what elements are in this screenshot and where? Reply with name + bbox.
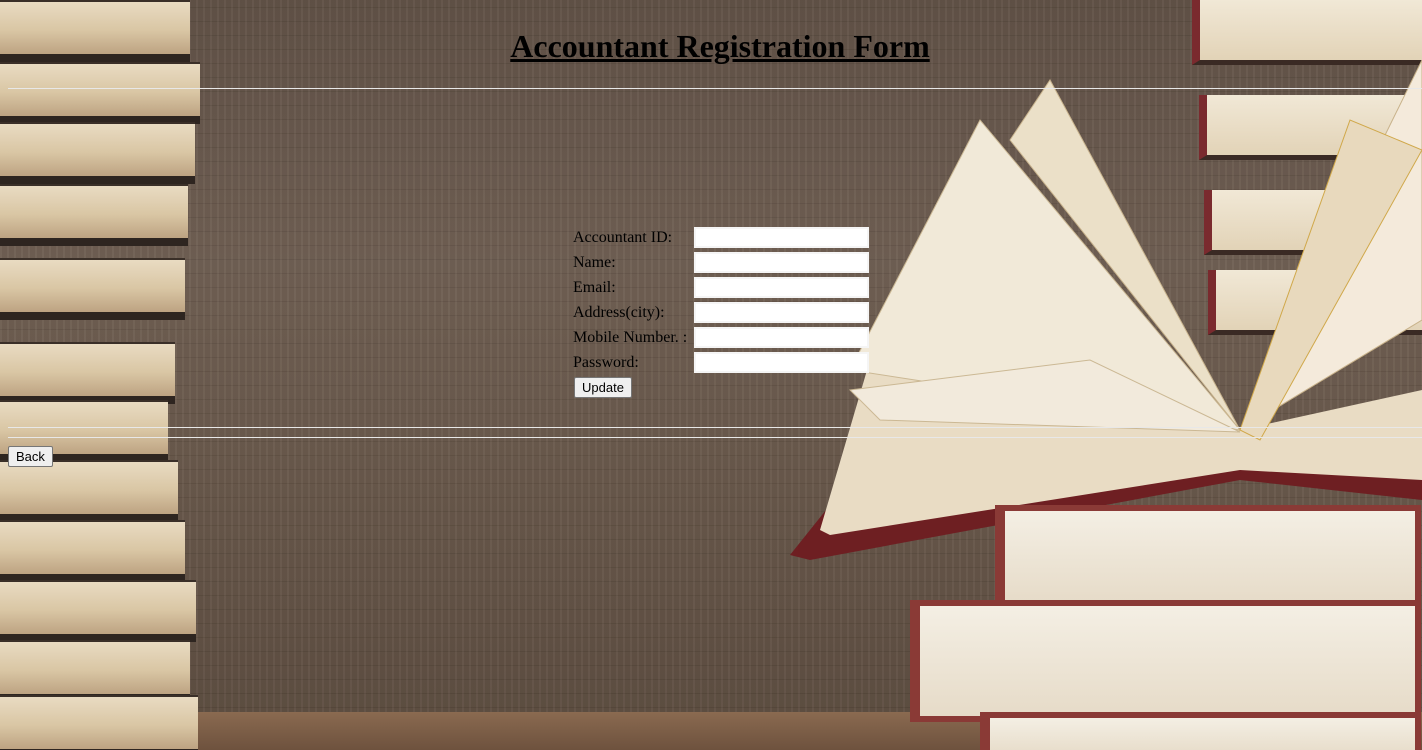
back-button[interactable]: Back bbox=[8, 446, 53, 467]
form-row-password: Password: bbox=[573, 350, 869, 375]
mobile-number-input[interactable] bbox=[694, 327, 869, 348]
password-label: Password: bbox=[573, 353, 639, 371]
form-row-accountant-id: Accountant ID: bbox=[573, 225, 869, 250]
email-label: Email: bbox=[573, 278, 616, 296]
update-button[interactable]: Update bbox=[574, 377, 632, 398]
form-row-mobile: Mobile Number. : bbox=[573, 325, 869, 350]
address-input[interactable] bbox=[694, 302, 869, 323]
email-input[interactable] bbox=[694, 277, 869, 298]
address-label: Address(city): bbox=[573, 303, 665, 321]
name-label: Name: bbox=[573, 253, 616, 271]
password-input[interactable] bbox=[694, 352, 869, 373]
accountant-id-label: Accountant ID: bbox=[573, 228, 673, 246]
name-input[interactable] bbox=[694, 252, 869, 273]
page-title: Accountant Registration Form bbox=[510, 28, 930, 64]
registration-form: Accountant ID: Name: Email: Address(city… bbox=[573, 225, 869, 398]
page-content: Accountant Registration Form Accountant … bbox=[0, 0, 1422, 750]
mobile-number-label: Mobile Number. : bbox=[573, 328, 688, 346]
form-row-name: Name: bbox=[573, 250, 869, 275]
accountant-id-input[interactable] bbox=[694, 227, 869, 248]
form-row-email: Email: bbox=[573, 275, 869, 300]
divider-bottom bbox=[8, 437, 1422, 438]
divider-top bbox=[8, 88, 1422, 89]
form-row-address: Address(city): bbox=[573, 300, 869, 325]
divider-middle bbox=[8, 427, 1422, 428]
